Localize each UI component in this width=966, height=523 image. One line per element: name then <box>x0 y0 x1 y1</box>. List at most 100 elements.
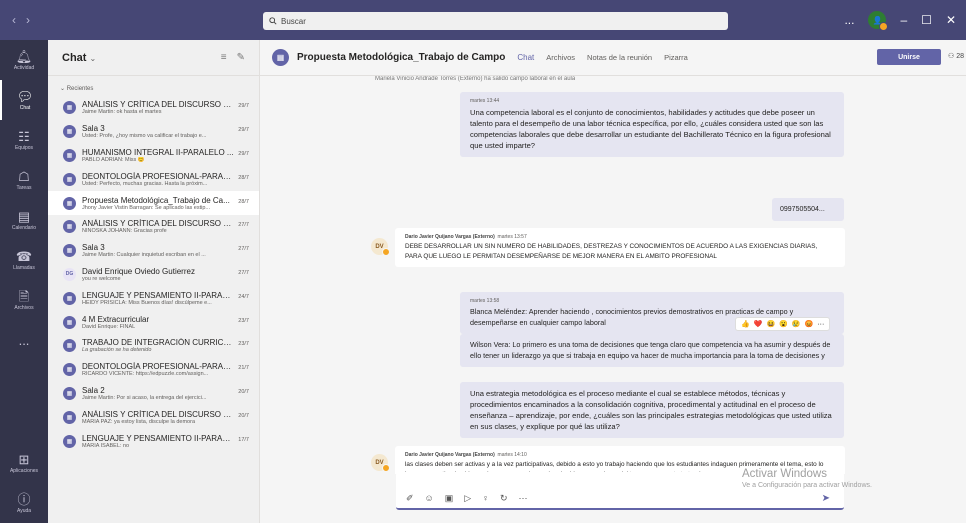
chat-list-item[interactable]: ▦ TRABAJO DE INTEGRACIÓN CURRICUL... 23/7 L… <box>48 334 259 358</box>
chat-item-preview: MARIA PAZ: ya estoy lista, disculpe la d… <box>82 418 195 425</box>
own-message-phone[interactable]: 0997505504... <box>772 198 844 221</box>
chat-item-date: 24/7 <box>238 293 249 300</box>
minimize-button[interactable]: – <box>900 13 907 27</box>
filter-icon[interactable]: ≡ <box>221 52 227 63</box>
back-arrow-icon[interactable]: ‹ <box>12 13 16 27</box>
message-body: Una competencia laboral es el conjunto d… <box>470 108 831 150</box>
new-chat-icon[interactable]: ✎ <box>237 52 245 63</box>
message-time: martes 13:44 <box>470 98 500 104</box>
heart-reaction-icon[interactable]: ❤️ <box>754 320 763 328</box>
more-actions-icon[interactable]: ··· <box>817 321 824 328</box>
chat-item-header: ANÁLISIS Y CRÍTICA DEL DISCURSO PE... 20/… <box>82 410 249 419</box>
join-button[interactable]: Unirse <box>877 49 941 65</box>
chat-list-item[interactable]: ▦ DEONTOLOGÍA PROFESIONAL-PARALE... 21/7 RI… <box>48 358 259 382</box>
chat-item-header: DEONTOLOGÍA PROFESIONAL-PARALE... 21/7 <box>82 362 249 371</box>
chat-item-date: 28/7 <box>238 198 249 205</box>
chat-item-date: 27/7 <box>238 269 249 276</box>
chat-item-text: Sala 3 27/7 Jaime Martin: Cualquier inquie… <box>82 243 249 258</box>
chat-list-item[interactable]: ▦ Sala 2 20/7 Jaime Martin: Por si acaso, l… <box>48 382 259 406</box>
rail-item-actividad[interactable]: 🔔︎ Actividad <box>0 40 48 80</box>
tab-archivos[interactable]: Archivos <box>546 53 575 62</box>
chat-item-preview: HEIDY PRISICLA: Miss Buenos días! discúl… <box>82 299 212 306</box>
app-rail: 🔔︎ Actividad 💬︎ Chat ☷ Equipos ☖ Tareas … <box>0 40 48 523</box>
chat-item-preview: MARIA ISABEL: no <box>82 442 130 449</box>
rail-item-calendario[interactable]: ▤ Calendario <box>0 200 48 240</box>
chevron-down-icon: ⌄ <box>60 86 66 92</box>
loop-icon[interactable]: ↻ <box>500 493 508 504</box>
windows-activation-watermark: Activar Windows Ve a Configuración para … <box>742 468 872 489</box>
chat-item-text: David Enrique Oviedo Gutierrez 27/7 you re… <box>82 267 249 282</box>
angry-reaction-icon[interactable]: 😡 <box>805 320 814 328</box>
chat-item-preview: RICARDO VICENTE: https://edpuzzle.com/as… <box>82 371 209 378</box>
rail-item-aplicaciones[interactable]: ⊞ Aplicaciones <box>0 443 48 483</box>
incoming-message[interactable]: Dario Javier Quijano Vargas (Externo) ma… <box>395 228 845 268</box>
chat-list-item[interactable]: ▦ LENGUAJE Y PENSAMIENTO II-PARALEL... 24/… <box>48 286 259 310</box>
chat-item-text: LENGUAJE Y PENSAMIENTO II-PARALEL... 24/7… <box>82 291 249 306</box>
tab-pizarra[interactable]: Pizarra <box>664 53 688 62</box>
own-message[interactable]: Una estrategia metodológica es el proces… <box>460 382 844 438</box>
close-button[interactable]: ✕ <box>946 13 956 27</box>
chat-item-date: 20/7 <box>238 412 249 419</box>
more-icon[interactable]: ⋯ <box>518 493 527 504</box>
sad-reaction-icon[interactable]: 😢 <box>792 320 801 328</box>
chat-list-item[interactable]: ▦ Propuesta Metodológica_Trabajo de Ca...… <box>48 191 259 215</box>
chat-item-name: ANÁLISIS Y CRÍTICA DEL DISCURSO PE... <box>82 409 235 419</box>
chat-list-title[interactable]: Chat ⌄ <box>62 52 96 64</box>
format-icon[interactable]: ✐ <box>406 493 414 504</box>
chat-item-text: Propuesta Metodológica_Trabajo de Ca... 2… <box>82 196 249 211</box>
chat-list-item[interactable]: ▦ HUMANISMO INTEGRAL II-PARALELO ... 29/7 P… <box>48 144 259 168</box>
chat-item-text: ANÁLISIS Y CRÍTICA DEL DISCURSO PE... 29/… <box>82 100 249 115</box>
like-reaction-icon[interactable]: 👍 <box>741 320 750 328</box>
send-icon[interactable]: ➤ <box>822 493 830 504</box>
chat-item-date: 29/7 <box>238 103 249 110</box>
chat-list-item[interactable]: ▦ 4 M Extracurricular 23/7 David Enrique: F… <box>48 310 259 334</box>
chat-item-date: 28/7 <box>238 174 249 181</box>
rail-item-tareas[interactable]: ☖ Tareas <box>0 160 48 200</box>
participants-button[interactable]: ⚇ 28 <box>948 52 964 60</box>
laugh-reaction-icon[interactable]: 😆 <box>766 320 775 328</box>
sticker-icon[interactable]: ▷ <box>464 493 471 504</box>
tab-chat[interactable]: Chat <box>517 53 534 62</box>
chat-list-item[interactable]: DG David Enrique Oviedo Gutierrez 27/7 you … <box>48 263 259 287</box>
rail-bottom: ⊞ Aplicaciones ⓘ Ayuda <box>0 443 48 523</box>
emoji-icon[interactable]: ☺ <box>425 493 434 504</box>
own-message[interactable]: martes 13:44 Una competencia laboral es … <box>460 92 844 157</box>
avatar[interactable]: DV <box>371 238 390 256</box>
search-input[interactable]: Buscar <box>263 12 728 30</box>
truncated-message: Mariela Vinicio Andrade Torres (Externo)… <box>375 76 576 82</box>
restore-button[interactable]: ☐ <box>921 13 932 27</box>
chat-list-item[interactable]: ▦ ANÁLISIS Y CRÍTICA DEL DISCURSO PE... 27… <box>48 215 259 239</box>
chat-item-name: DEONTOLOGÍA PROFESIONAL-PARALE... <box>82 171 235 181</box>
rail-item-ayuda[interactable]: ⓘ Ayuda <box>0 483 48 523</box>
avatar[interactable]: DV <box>371 454 390 472</box>
surprised-reaction-icon[interactable]: 😮 <box>779 320 788 328</box>
forward-arrow-icon[interactable]: › <box>26 13 30 27</box>
chat-item-header: Sala 3 27/7 <box>82 243 249 252</box>
chat-list-item[interactable]: ▦ Sala 3 29/7 Usted: Profe, ¿hoy mismo va c… <box>48 120 259 144</box>
gif-icon[interactable]: ▣ <box>445 493 454 504</box>
chat-list-item[interactable]: ▦ DEONTOLOGÍA PROFESIONAL-PARALE... 28/7 Us… <box>48 167 259 191</box>
rail-item-more[interactable]: ... <box>0 320 48 360</box>
group-chat-icon: ▦ <box>63 386 76 400</box>
rail-item-chat[interactable]: 💬︎ Chat <box>0 80 48 120</box>
more-options-icon[interactable]: ... <box>844 13 854 27</box>
chat-item-name: DEONTOLOGÍA PROFESIONAL-PARALE... <box>82 362 235 372</box>
rail-item-archivos[interactable]: 🗎 Archivos <box>0 280 48 320</box>
rail-item-equipos[interactable]: ☷ Equipos <box>0 120 48 160</box>
group-chat-icon: ▦ <box>63 196 76 210</box>
chat-item-date: 29/7 <box>238 127 249 134</box>
meet-icon[interactable]: ♀ <box>482 493 489 504</box>
chat-item-text: DEONTOLOGÍA PROFESIONAL-PARALE... 28/7 Ust… <box>82 172 249 187</box>
chat-item-header: LENGUAJE Y PENSAMIENTO II-PARALEL... 17/7 <box>82 434 249 443</box>
own-message[interactable]: Wilson Vera: Lo primero es una toma de d… <box>460 334 844 367</box>
rail-label: Calendario <box>11 224 37 231</box>
chat-list-item[interactable]: ▦ LENGUAJE Y PENSAMIENTO II-PARALEL... 17/… <box>48 429 259 453</box>
rail-item-llamadas[interactable]: ☎ Llamadas <box>0 240 48 280</box>
user-avatar[interactable]: 👤 <box>868 11 889 31</box>
section-recientes[interactable]: ⌄ Recientes <box>48 76 259 96</box>
chat-list-item[interactable]: ▦ Sala 3 27/7 Jaime Martin: Cualquier inqui… <box>48 239 259 263</box>
chat-list-item[interactable]: ▦ ANÁLISIS Y CRÍTICA DEL DISCURSO PE... 20… <box>48 405 259 429</box>
tab-notas[interactable]: Notas de la reunión <box>587 53 652 62</box>
chat-list-item[interactable]: ▦ ANÁLISIS Y CRÍTICA DEL DISCURSO PE... 29… <box>48 96 259 120</box>
chat-item-text: DEONTOLOGÍA PROFESIONAL-PARALE... 21/7 RIC… <box>82 362 249 377</box>
